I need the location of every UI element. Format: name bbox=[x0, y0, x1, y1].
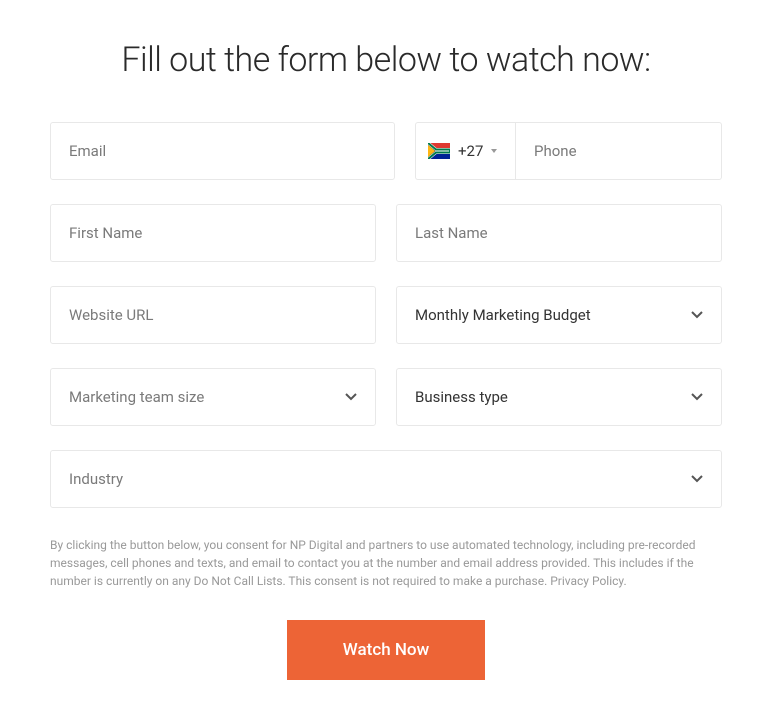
email-field[interactable]: Email bbox=[50, 122, 395, 180]
budget-select[interactable]: Monthly Marketing Budget bbox=[396, 286, 722, 344]
first-name-placeholder: First Name bbox=[69, 224, 142, 242]
business-type-select-label: Business type bbox=[415, 388, 691, 406]
country-code-label: +27 bbox=[458, 142, 483, 160]
last-name-field[interactable]: Last Name bbox=[396, 204, 722, 262]
first-name-field[interactable]: First Name bbox=[50, 204, 376, 262]
watch-now-button[interactable]: Watch Now bbox=[287, 620, 485, 680]
business-type-select[interactable]: Business type bbox=[396, 368, 722, 426]
form-row-5: Industry bbox=[50, 450, 722, 508]
submit-container: Watch Now bbox=[50, 620, 722, 680]
team-size-select-label: Marketing team size bbox=[69, 388, 345, 406]
website-url-placeholder: Website URL bbox=[69, 306, 153, 324]
flag-icon-south-africa bbox=[428, 143, 450, 159]
dropdown-arrow-icon bbox=[491, 149, 497, 153]
industry-select[interactable]: Industry bbox=[50, 450, 722, 508]
website-url-field[interactable]: Website URL bbox=[50, 286, 376, 344]
phone-field[interactable]: Phone bbox=[515, 122, 722, 180]
form-row-3: Website URL Monthly Marketing Budget bbox=[50, 286, 722, 344]
chevron-down-icon bbox=[691, 309, 703, 321]
phone-placeholder: Phone bbox=[534, 142, 577, 160]
form-container: Email +27 bbox=[50, 122, 722, 508]
chevron-down-icon bbox=[691, 391, 703, 403]
phone-field-wrapper: +27 Phone bbox=[415, 122, 722, 180]
email-placeholder: Email bbox=[69, 142, 106, 160]
last-name-placeholder: Last Name bbox=[415, 224, 488, 242]
form-row-2: First Name Last Name bbox=[50, 204, 722, 262]
chevron-down-icon bbox=[691, 473, 703, 485]
team-size-select[interactable]: Marketing team size bbox=[50, 368, 376, 426]
consent-text: By clicking the button below, you consen… bbox=[50, 536, 722, 590]
form-row-1: Email +27 bbox=[50, 122, 722, 180]
country-code-selector[interactable]: +27 bbox=[415, 122, 515, 180]
industry-select-label: Industry bbox=[69, 470, 691, 488]
form-heading: Fill out the form below to watch now: bbox=[50, 40, 722, 80]
chevron-down-icon bbox=[345, 391, 357, 403]
form-row-4: Marketing team size Business type bbox=[50, 368, 722, 426]
budget-select-label: Monthly Marketing Budget bbox=[415, 306, 691, 324]
